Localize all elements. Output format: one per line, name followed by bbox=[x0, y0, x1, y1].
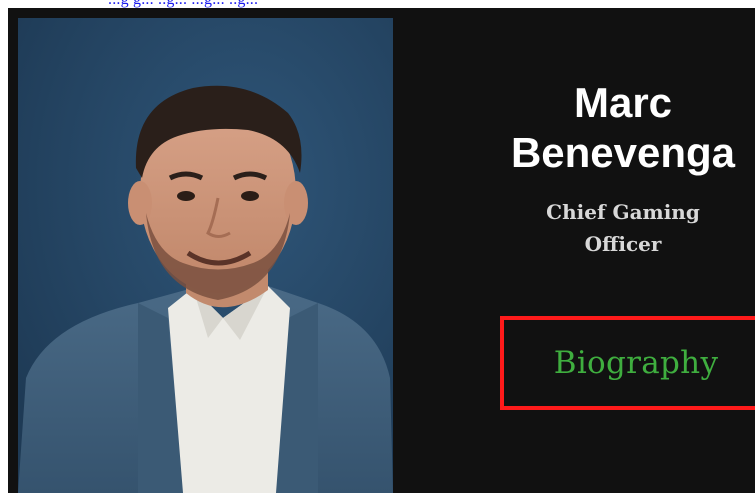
profile-role: Chief Gaming Officer bbox=[498, 196, 748, 260]
cropped-link-text[interactable]: ...g g... ..g... ...g... ..g... bbox=[108, 0, 258, 8]
top-cropped-link-row: ...g g... ..g... ...g... ..g... bbox=[0, 0, 755, 8]
profile-name: Marc Benevenga bbox=[498, 78, 748, 178]
profile-last-name: Benevenga bbox=[510, 129, 736, 176]
profile-photo-illustration bbox=[18, 18, 393, 493]
profile-info: Marc Benevenga Chief Gaming Officer bbox=[498, 78, 755, 260]
biography-button-label: Biography bbox=[553, 345, 719, 381]
team-member-card: Marc Benevenga Chief Gaming Officer Biog… bbox=[8, 8, 755, 493]
profile-first-name: Marc bbox=[573, 79, 673, 126]
biography-button[interactable]: Biography bbox=[500, 316, 755, 410]
profile-role-line-1: Chief Gaming bbox=[546, 200, 700, 224]
profile-photo bbox=[18, 18, 393, 493]
profile-role-line-2: Officer bbox=[584, 232, 662, 256]
